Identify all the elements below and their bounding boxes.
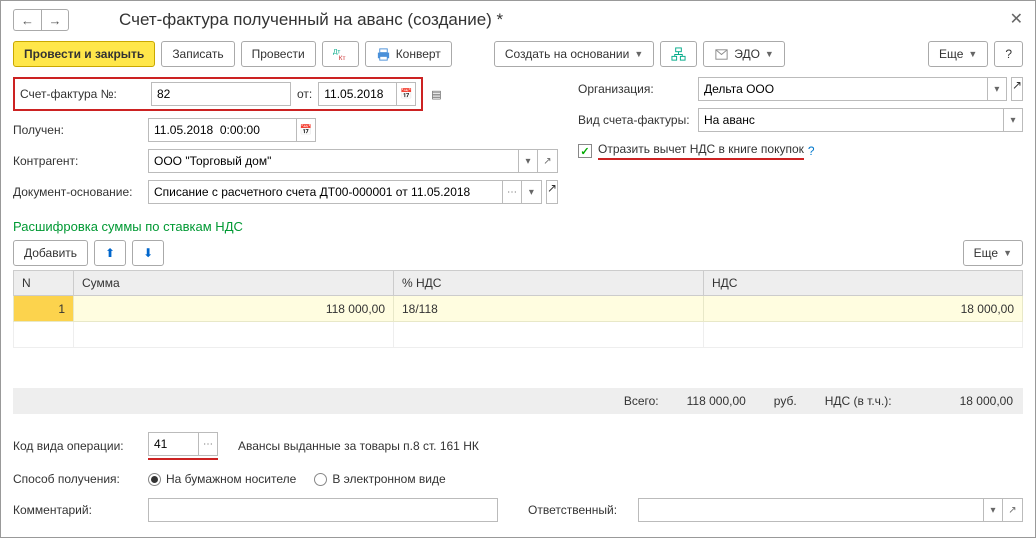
comment-input[interactable]: [148, 498, 498, 522]
responsible-label: Ответственный:: [528, 503, 638, 517]
invoice-no-input[interactable]: [151, 82, 291, 106]
structure-button[interactable]: [660, 41, 697, 67]
col-sum-header: Сумма: [74, 271, 394, 296]
vat-deduction-label: Отразить вычет НДС в книге покупок: [598, 142, 804, 160]
ellipsis-icon[interactable]: ⋯: [502, 180, 522, 204]
vat-total-value: 18 000,00: [960, 394, 1013, 408]
move-down-button[interactable]: ⬇: [132, 240, 164, 266]
help-icon[interactable]: ?: [808, 144, 815, 158]
responsible-input[interactable]: [638, 498, 983, 522]
paper-label: На бумажном носителе: [166, 472, 296, 486]
total-label: Всего:: [624, 394, 659, 408]
add-row-button[interactable]: Добавить: [13, 240, 88, 266]
electronic-label: В электронном виде: [332, 472, 445, 486]
totals-bar: Всего: 118 000,00 руб. НДС (в т.ч.): 18 …: [13, 388, 1023, 414]
op-code-input[interactable]: [148, 432, 198, 456]
list-icon[interactable]: ▤: [431, 88, 441, 101]
counterparty-input[interactable]: [148, 149, 518, 173]
counterparty-label: Контрагент:: [13, 154, 148, 168]
window-title: Счет-фактура полученный на аванс (создан…: [119, 10, 503, 30]
open-icon[interactable]: ↗: [546, 180, 558, 204]
move-up-button[interactable]: ⬆: [94, 240, 126, 266]
calendar-icon[interactable]: 📅: [296, 118, 316, 142]
invoice-type-label: Вид счета-фактуры:: [578, 113, 698, 127]
vat-deduction-checkbox[interactable]: ✓: [578, 144, 592, 158]
currency-label: руб.: [774, 394, 797, 408]
col-n-header: N: [14, 271, 74, 296]
more-button[interactable]: Еще ▼: [928, 41, 988, 67]
save-button[interactable]: Записать: [161, 41, 234, 67]
post-button[interactable]: Провести: [241, 41, 316, 67]
received-label: Получен:: [13, 123, 148, 137]
dropdown-icon[interactable]: ▾: [522, 180, 542, 204]
nav-fwd-button[interactable]: →: [41, 9, 69, 31]
main-toolbar: Провести и закрыть Записать Провести ДтК…: [13, 41, 1023, 67]
basis-input[interactable]: [148, 180, 502, 204]
calendar-icon[interactable]: 📅: [396, 82, 416, 106]
close-icon[interactable]: ✕: [1010, 9, 1023, 29]
dropdown-icon[interactable]: ▾: [518, 149, 538, 173]
col-pct-header: % НДС: [394, 271, 704, 296]
table-row[interactable]: 1 118 000,00 18/118 18 000,00: [14, 296, 1023, 322]
paper-radio[interactable]: [148, 473, 161, 486]
section-title: Расшифровка суммы по ставкам НДС: [13, 219, 1023, 234]
op-code-desc: Авансы выданные за товары п.8 ст. 161 НК: [238, 439, 479, 453]
svg-text:Кт: Кт: [338, 55, 345, 62]
dropdown-icon[interactable]: ▾: [987, 77, 1007, 101]
op-code-label: Код вида операции:: [13, 439, 148, 453]
invoice-type-input[interactable]: [698, 108, 1003, 132]
open-icon[interactable]: ↗: [1003, 498, 1023, 522]
receive-method-label: Способ получения:: [13, 472, 148, 486]
org-label: Организация:: [578, 82, 698, 96]
edo-icon: [714, 47, 729, 62]
comment-label: Комментарий:: [13, 503, 148, 517]
total-value: 118 000,00: [687, 394, 746, 408]
from-date-input[interactable]: [318, 82, 396, 106]
invoice-no-label: Счет-фактура №:: [20, 87, 145, 101]
open-icon[interactable]: ↗: [1011, 77, 1023, 101]
received-input[interactable]: [148, 118, 296, 142]
basis-label: Документ-основание:: [13, 185, 148, 199]
edo-button[interactable]: ЭДО ▼: [703, 41, 785, 67]
electronic-radio[interactable]: [314, 473, 327, 486]
open-icon[interactable]: ↗: [538, 149, 558, 173]
table-row[interactable]: [14, 322, 1023, 348]
from-label: от:: [297, 87, 312, 101]
vat-total-label: НДС (в т.ч.):: [825, 394, 892, 408]
vat-table: N Сумма % НДС НДС 1 118 000,00 18/118 18…: [13, 270, 1023, 348]
dropdown-icon[interactable]: ▾: [983, 498, 1003, 522]
dropdown-icon[interactable]: ▾: [1003, 108, 1023, 132]
dtkt-icon: ДтКт: [333, 47, 348, 62]
nav-back-button[interactable]: ←: [13, 9, 41, 31]
printer-icon: [376, 47, 391, 62]
print-button[interactable]: Конверт: [365, 41, 452, 67]
org-input[interactable]: [698, 77, 987, 101]
col-nds-header: НДС: [704, 271, 1023, 296]
ellipsis-icon[interactable]: ⋯: [198, 432, 218, 456]
hierarchy-icon: [671, 47, 686, 62]
create-based-on-button[interactable]: Создать на основании ▼: [494, 41, 654, 67]
dtkt-button[interactable]: ДтКт: [322, 41, 359, 67]
post-and-close-button[interactable]: Провести и закрыть: [13, 41, 155, 67]
help-button[interactable]: ?: [994, 41, 1023, 67]
table-more-button[interactable]: Еще ▼: [963, 240, 1023, 266]
